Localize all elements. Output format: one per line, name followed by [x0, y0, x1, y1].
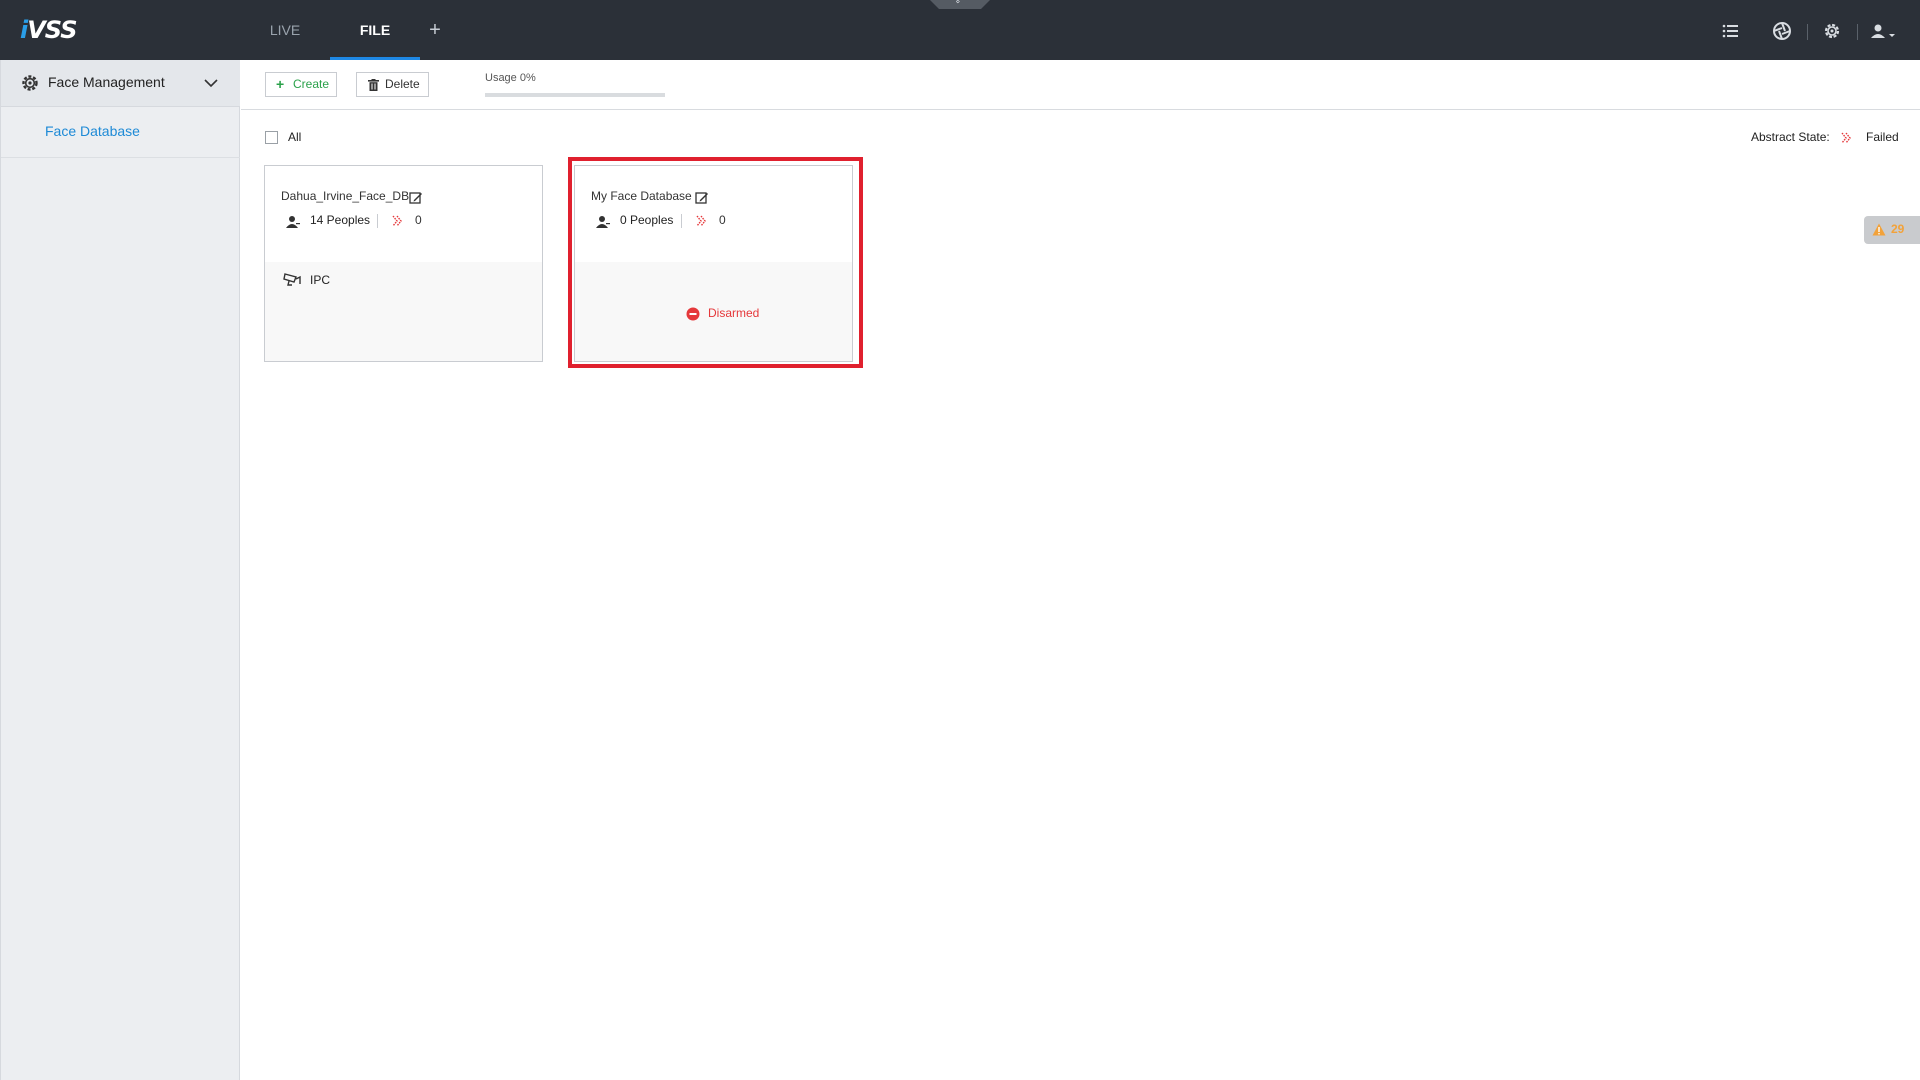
usage-progress-bar [485, 93, 665, 97]
select-all-label: All [288, 130, 302, 144]
abstract-state-value: Failed [1866, 130, 1899, 144]
pull-down-handle[interactable]: » [930, 0, 990, 9]
arm-status: Disarmed [708, 306, 760, 320]
face-management-section[interactable]: Face Management [1, 60, 240, 107]
divider [1857, 24, 1858, 40]
top-bar: iVSS LIVE FILE + » [0, 0, 1920, 60]
delete-button[interactable]: Delete [356, 72, 429, 97]
list-icon[interactable] [1720, 20, 1742, 42]
person-icon [286, 216, 300, 228]
create-button[interactable]: + Create [265, 72, 337, 97]
divider [1807, 24, 1808, 40]
card-footer [265, 262, 542, 361]
edit-icon[interactable] [409, 191, 423, 205]
edit-icon[interactable] [695, 191, 709, 205]
people-count: 14 Peoples [310, 213, 371, 227]
failed-count: 0 [415, 213, 422, 227]
aperture-icon[interactable] [1771, 20, 1793, 42]
select-all-checkbox[interactable] [265, 131, 278, 144]
divider [377, 214, 378, 228]
database-name: My Face Database [591, 189, 692, 203]
usage-label: Usage 0% [485, 72, 536, 84]
tab-file[interactable]: FILE [330, 0, 420, 60]
section-title: Face Management [48, 74, 165, 90]
source-label: IPC [310, 273, 331, 287]
ivss-logo: iVSS [20, 16, 78, 44]
person-icon [596, 216, 610, 228]
toolbar: + Create Delete Usage 0% [241, 60, 1920, 110]
alarm-count: 29 [1891, 222, 1905, 236]
sidebar-item-face-database[interactable]: Face Database [1, 108, 240, 158]
user-menu-icon[interactable] [1869, 20, 1897, 42]
face-database-card[interactable]: Dahua_Irvine_Face_DB 14 Peoples 0 IPC [264, 165, 543, 362]
modeling-failed-icon [696, 215, 706, 227]
tab-live[interactable]: LIVE [260, 0, 310, 60]
warning-icon [1872, 223, 1886, 236]
plus-icon: + [276, 76, 285, 92]
chevron-double-down-icon: » [953, 0, 964, 4]
divider [681, 214, 682, 228]
failed-count: 0 [719, 213, 726, 227]
alarm-notification-badge[interactable]: 29 [1864, 216, 1920, 244]
abstract-state-label: Abstract State: [1751, 130, 1830, 144]
database-name: Dahua_Irvine_Face_DB [281, 189, 410, 203]
ipc-camera-icon [283, 273, 301, 286]
settings-gear-icon[interactable] [1821, 20, 1843, 42]
modeling-failed-icon [1841, 132, 1851, 144]
modeling-failed-icon [392, 215, 402, 227]
gear-icon [22, 75, 38, 91]
people-count: 0 Peoples [620, 213, 674, 227]
face-database-card[interactable]: My Face Database 0 Peoples 0 Disarmed [574, 165, 853, 362]
disarmed-icon [686, 307, 700, 321]
chevron-down-icon[interactable] [203, 76, 219, 90]
trash-icon [368, 79, 379, 91]
sidebar: Face Management Face Database [0, 60, 240, 1080]
add-tab-button[interactable]: + [425, 0, 445, 60]
